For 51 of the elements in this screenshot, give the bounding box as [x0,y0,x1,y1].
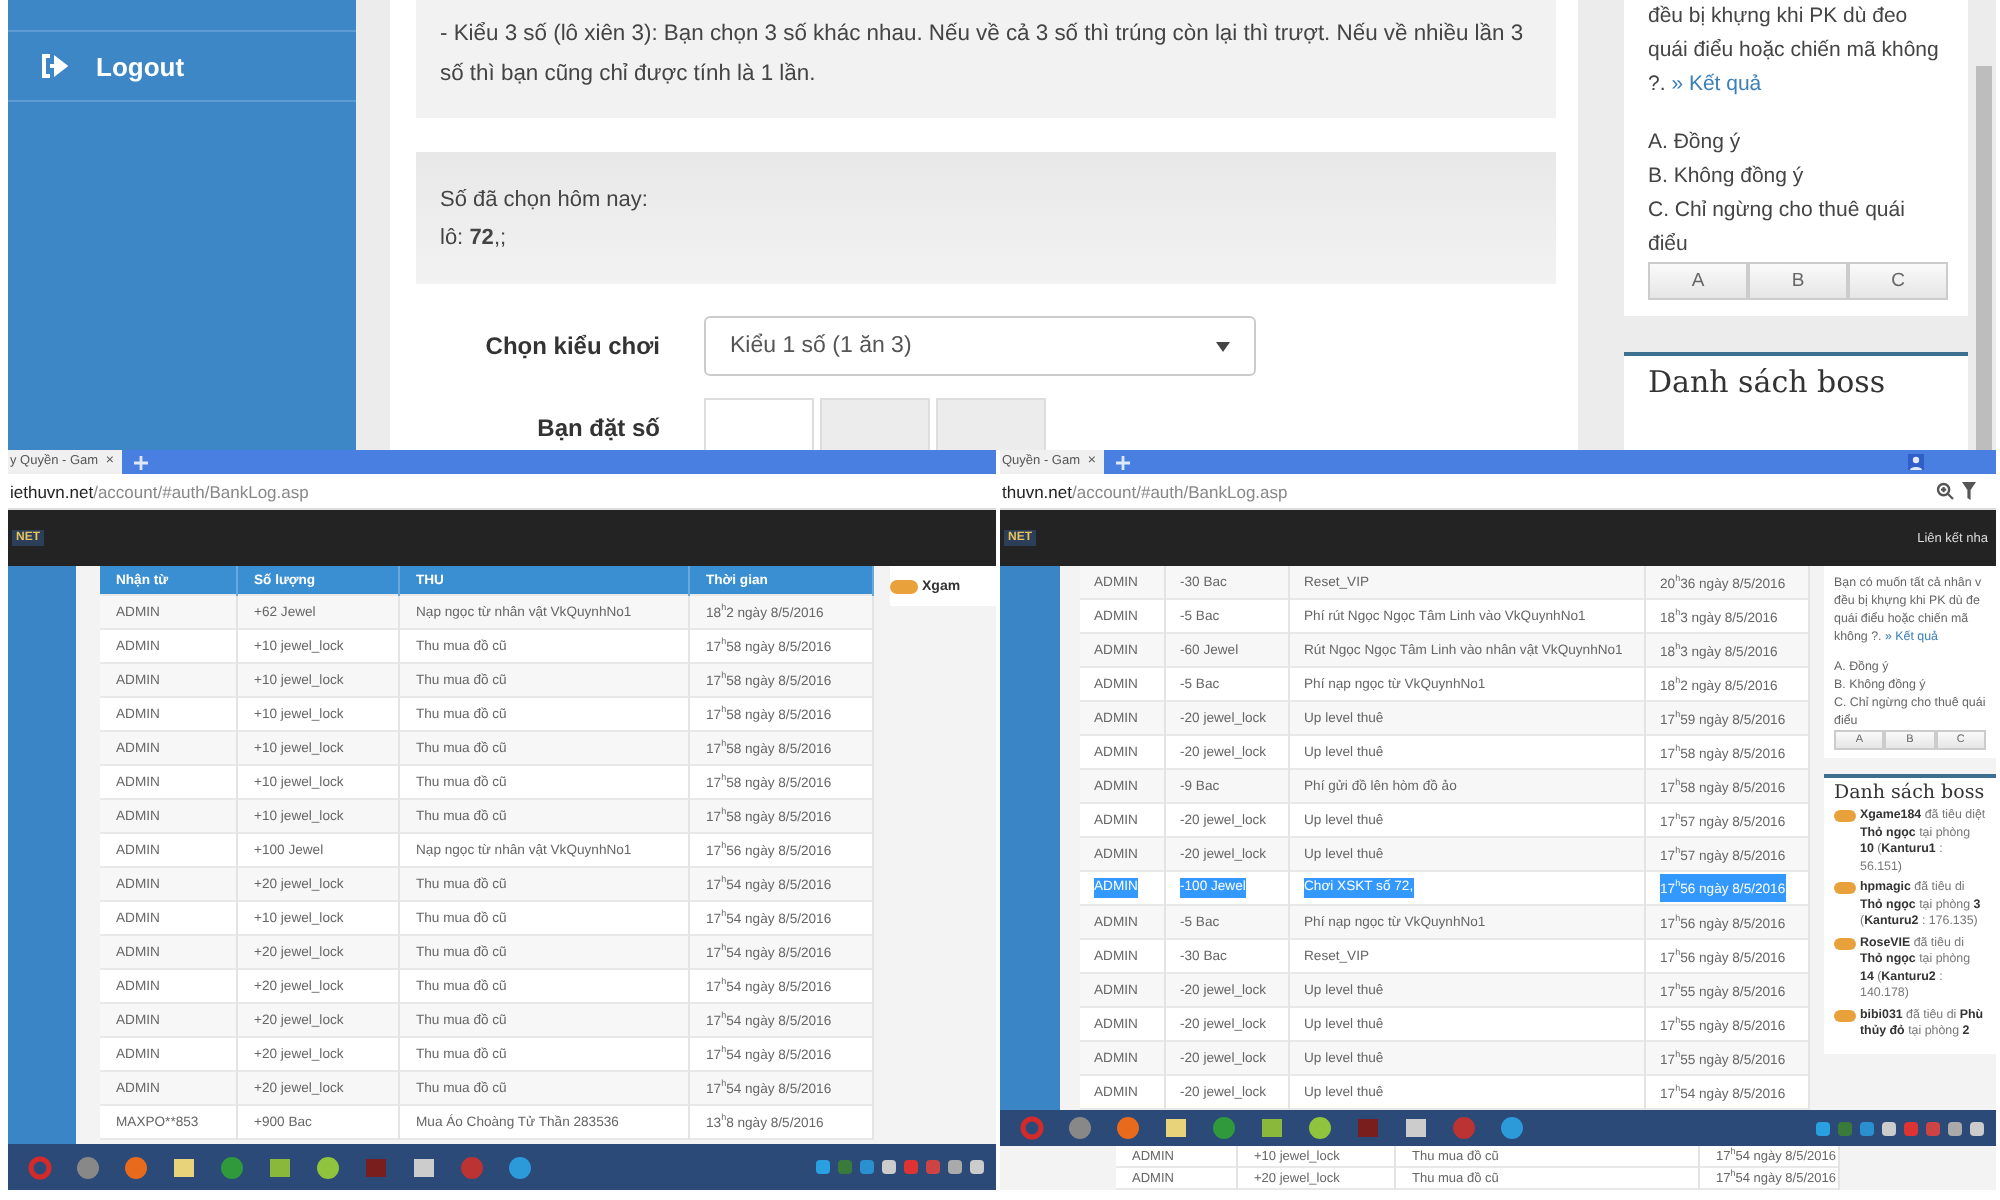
vote-button[interactable]: C [1848,262,1948,300]
round-app-icon[interactable] [1500,1116,1524,1140]
poll-question: đều bị khựng khi PK dù đeo quái điểu hoặc chiến mã không ?. » Kết quả [1648,2,1941,100]
chosen-numbers: lô: 72,; [440,224,509,254]
round-app-icon[interactable] [220,1155,244,1179]
window-app-icon[interactable] [412,1155,436,1179]
logout-icon [40,54,68,78]
number-field[interactable] [820,398,930,450]
caret-icon [1216,341,1230,351]
window-app-icon[interactable] [1164,1116,1188,1140]
vote-button[interactable]: A [1648,262,1748,300]
round-app-icon[interactable] [316,1155,340,1179]
round-app-icon[interactable] [1116,1116,1140,1140]
round-app-icon[interactable] [1308,1116,1332,1140]
round-app-icon[interactable] [76,1155,100,1179]
round-app-icon[interactable] [508,1155,532,1179]
funnel-icon[interactable] [1962,482,1976,500]
window-app-icon[interactable] [172,1155,196,1179]
round-app-icon[interactable] [1212,1116,1236,1140]
ring-app-icon[interactable] [28,1155,52,1179]
sidebar-item[interactable]: Logout [8,32,356,102]
round-app-icon[interactable] [1068,1116,1092,1140]
plus-icon[interactable] [1115,455,1130,469]
tag-badge [1834,810,1856,822]
panel-title: Danh sách boss [1648,364,1888,400]
plus-icon[interactable] [133,455,148,469]
info-title: Số đã chọn hôm nay: [440,186,650,216]
panel-title: Danh sách boss [1834,782,1986,804]
scrollbar[interactable] [1976,66,1992,450]
result-link[interactable]: » Kết quả [1671,72,1762,96]
window-app-icon[interactable] [268,1155,292,1179]
poll-option: B. Không đồng ý [1648,160,1948,194]
number-field[interactable] [704,398,814,450]
form-label: Bạn đặt số [535,414,660,442]
tag-badge [890,579,918,593]
play-type-select[interactable]: Kiểu 1 số (1 ăn 3) [704,316,1256,376]
user-icon[interactable] [1908,454,1924,470]
round-app-icon[interactable] [124,1155,148,1179]
zoom-icon[interactable] [1936,482,1954,500]
vote-button[interactable]: B [1748,262,1848,300]
poll-option: A. Đồng ý [1648,126,1948,160]
form-label: Chọn kiểu chơi [483,332,660,360]
ring-app-icon[interactable] [1020,1116,1044,1140]
tag-badge [1834,1009,1856,1021]
number-field[interactable] [936,398,1046,450]
window-app-icon[interactable] [1404,1116,1428,1140]
tag-badge [1834,937,1856,949]
window-app-icon[interactable] [1260,1116,1284,1140]
poll-option: C. Chỉ ngừng cho thuê quái điểu [1648,194,1948,262]
tag-badge [1834,882,1856,894]
rules-text: - Kiểu 3 số (lô xiên 3): Bạn chọn 3 số khác nhau. Nếu về cả 3 số thì trúng còn lại thì trượt. Nếu về nhiều lần 3 số thì bạn cũng chỉ được tính là 1 lần. [416,0,1556,118]
